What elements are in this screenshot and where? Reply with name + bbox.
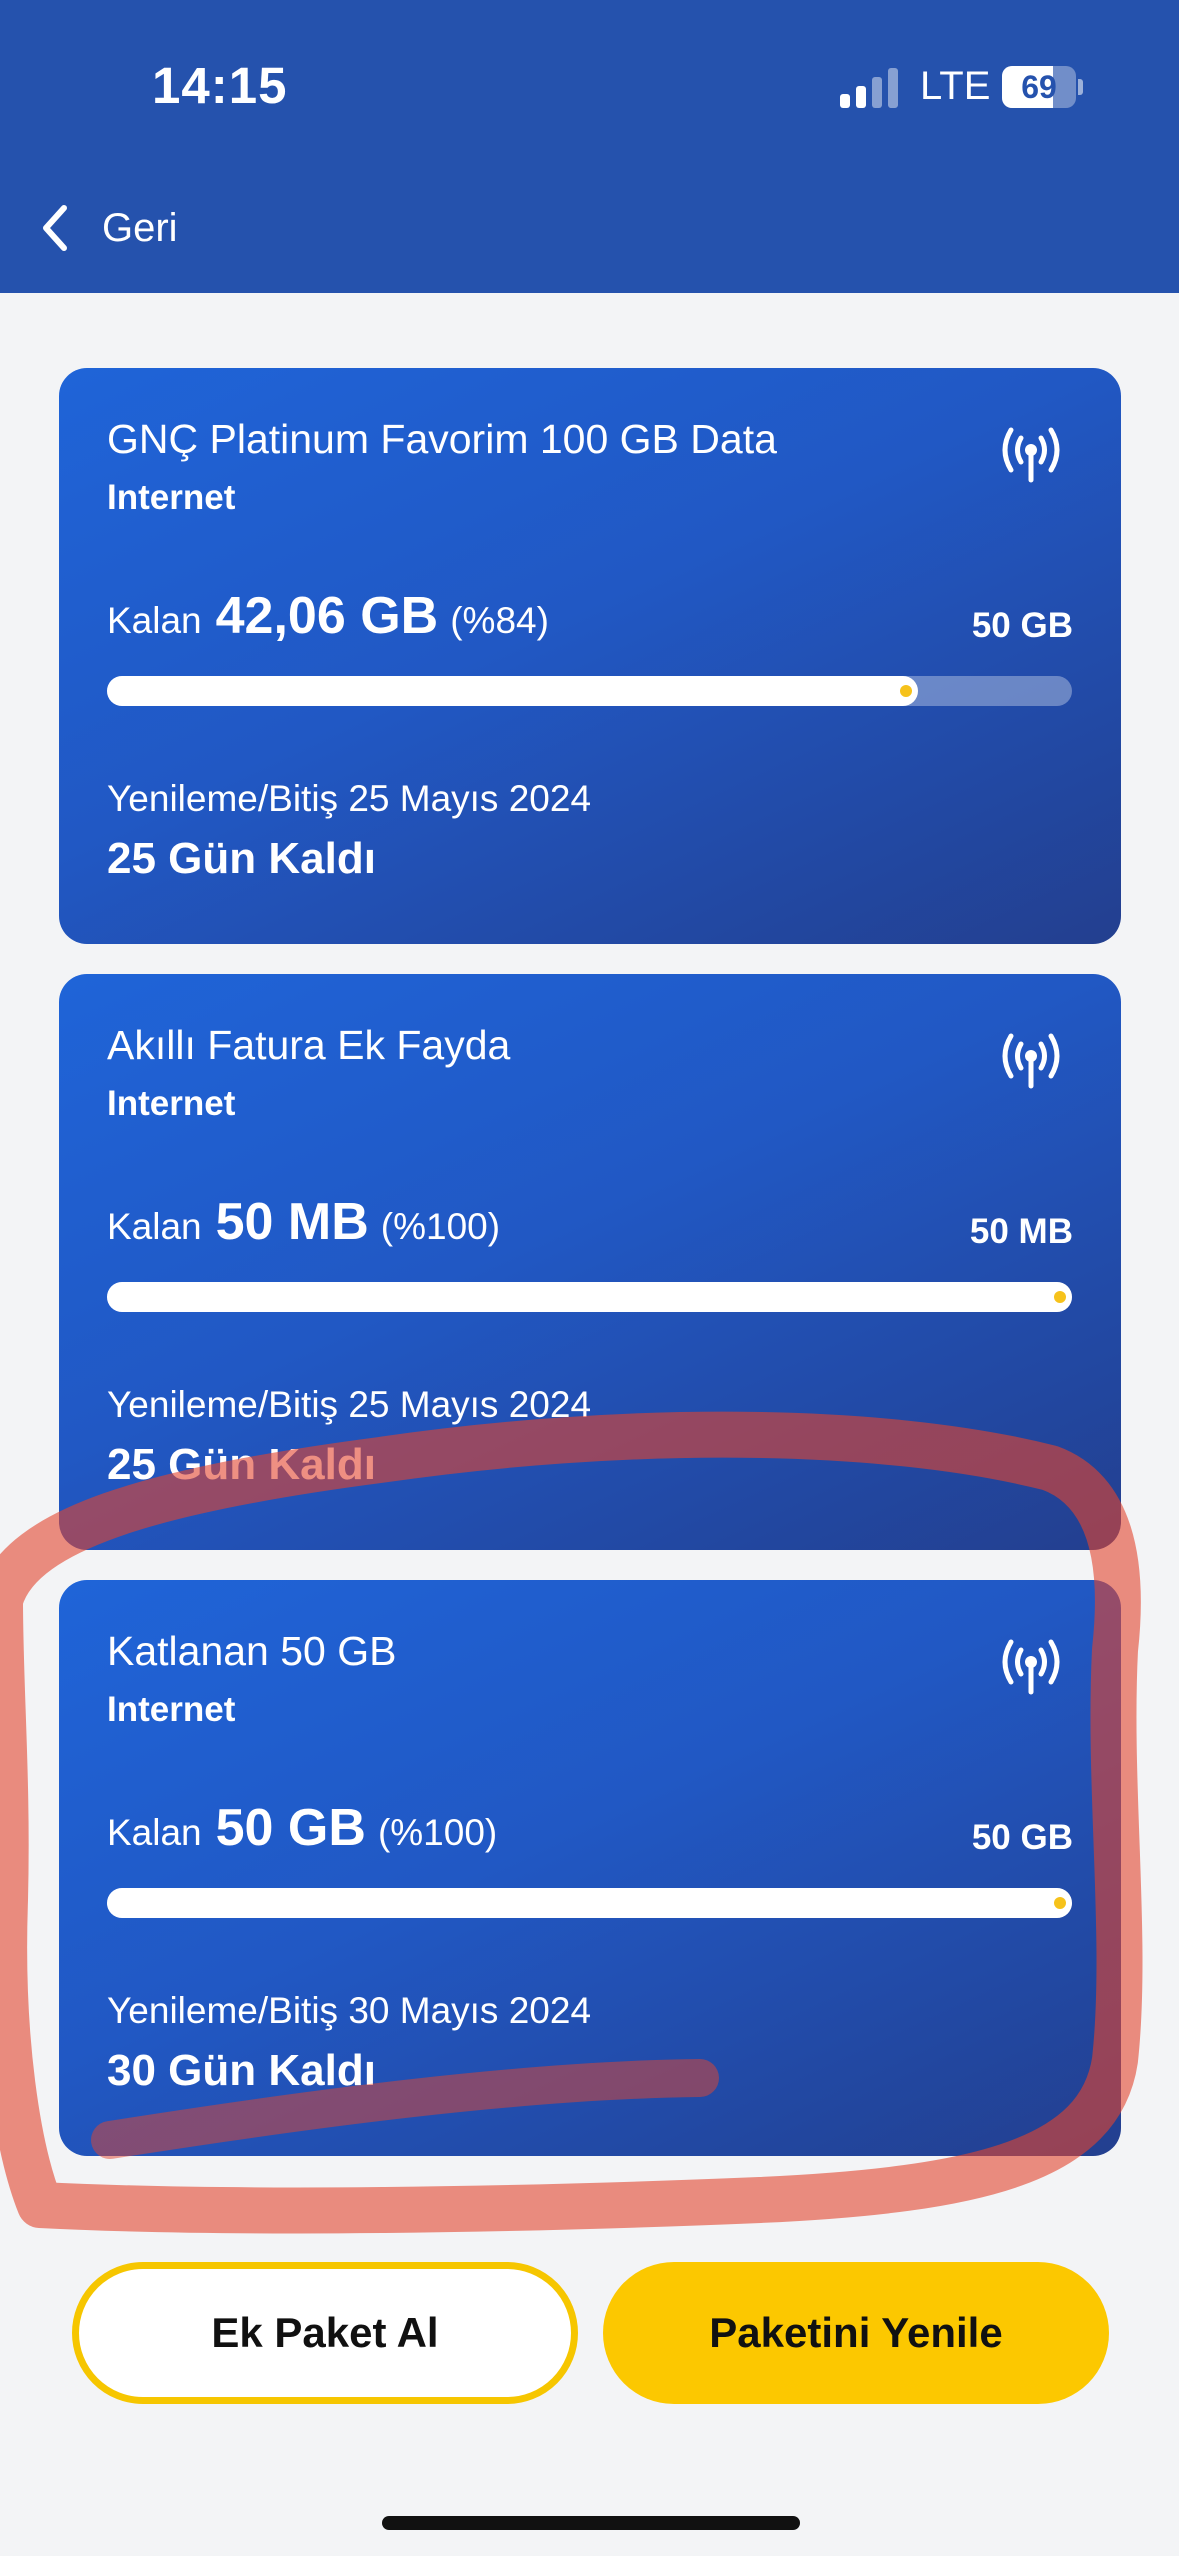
remaining-amount: Kalan 50 MB (%100): [107, 1192, 500, 1252]
days-left: 30 Gün Kaldı: [107, 2046, 376, 2095]
remaining-percent: (%100): [377, 1812, 498, 1853]
package-title: Katlanan 50 GB: [107, 1628, 397, 1674]
renewal-date: Yenileme/Bitiş 25 Mayıs 2024: [107, 1384, 592, 1425]
chevron-left-icon: [43, 205, 67, 251]
renewal-date: Yenileme/Bitiş 30 Mayıs 2024: [107, 1990, 592, 2031]
usage-progress-fill: [107, 1888, 1072, 1918]
package-card[interactable]: GNÇ Platinum Favorim 100 GB Data Interne…: [59, 368, 1121, 944]
remaining-percent: (%100): [380, 1206, 501, 1247]
usage-progress-bar: [107, 1282, 1072, 1312]
package-type: Internet: [107, 1084, 236, 1123]
cellular-signal-icon: [840, 68, 898, 108]
package-title: GNÇ Platinum Favorim 100 GB Data: [107, 416, 777, 462]
remaining-label: Kalan: [107, 1812, 202, 1853]
battery-icon: 69: [1002, 66, 1083, 108]
antenna-icon: [1002, 427, 1060, 483]
remaining-value: 50 MB: [215, 1193, 369, 1251]
remaining-amount: Kalan 50 GB (%100): [107, 1798, 497, 1858]
days-left: 25 Gün Kaldı: [107, 834, 376, 883]
back-label: Geri: [102, 205, 178, 250]
remaining-label: Kalan: [107, 600, 202, 641]
network-type: LTE: [920, 64, 991, 108]
days-left: 25 Gün Kaldı: [107, 1440, 376, 1489]
package-card[interactable]: Akıllı Fatura Ek Fayda Internet Kalan 50…: [59, 974, 1121, 1550]
app-header: 14:15 LTE 69 Geri: [0, 0, 1179, 293]
package-total: 50 GB: [971, 1818, 1073, 1857]
package-type: Internet: [107, 1690, 236, 1729]
buy-addon-button[interactable]: Ek Paket Al: [72, 2262, 578, 2404]
renew-package-button[interactable]: Paketini Yenile: [603, 2262, 1109, 2404]
home-indicator[interactable]: [382, 2516, 800, 2530]
remaining-label: Kalan: [107, 1206, 202, 1247]
usage-progress-fill: [107, 1282, 1072, 1312]
remaining-amount: Kalan 42,06 GB (%84): [107, 586, 549, 646]
usage-progress-bar: [107, 676, 1072, 706]
status-time: 14:15: [152, 57, 288, 114]
package-title: Akıllı Fatura Ek Fayda: [107, 1022, 511, 1068]
package-total: 50 MB: [969, 1212, 1073, 1251]
back-button[interactable]: Geri: [36, 196, 178, 260]
usage-progress-fill: [107, 676, 918, 706]
remaining-value: 50 GB: [215, 1799, 366, 1857]
usage-progress-bar: [107, 1888, 1072, 1918]
antenna-icon: [1002, 1639, 1060, 1695]
remaining-percent: (%84): [450, 600, 549, 641]
package-card[interactable]: Katlanan 50 GB Internet Kalan 50 GB (%10…: [59, 1580, 1121, 2156]
package-total: 50 GB: [971, 606, 1073, 645]
battery-level: 69: [1021, 69, 1057, 105]
package-type: Internet: [107, 478, 236, 517]
antenna-icon: [1002, 1033, 1060, 1089]
remaining-value: 42,06 GB: [215, 587, 439, 645]
renewal-date: Yenileme/Bitiş 25 Mayıs 2024: [107, 778, 592, 819]
